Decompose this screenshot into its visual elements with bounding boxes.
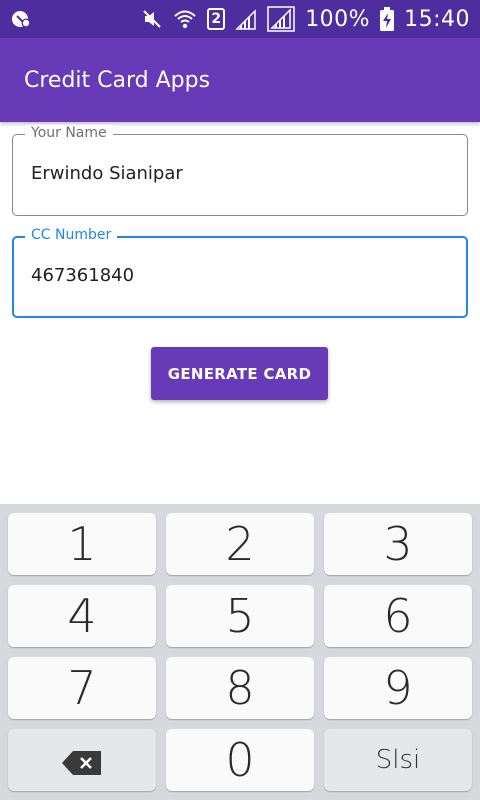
notification-icon — [10, 8, 32, 30]
key-0[interactable]: 0 — [166, 729, 314, 791]
generate-card-button[interactable]: GENERATE CARD — [151, 347, 328, 400]
numeric-keyboard: 1 2 3 4 5 6 7 8 9 0 Slsi — [0, 504, 480, 800]
done-key-label: Slsi — [375, 745, 421, 775]
key-8[interactable]: 8 — [166, 657, 314, 719]
backspace-key[interactable] — [8, 729, 156, 791]
app-bar: Credit Card Apps — [0, 38, 480, 122]
mute-icon — [141, 8, 163, 30]
battery-percent: 100% — [305, 6, 371, 32]
key-5[interactable]: 5 — [166, 585, 314, 647]
key-7[interactable]: 7 — [8, 657, 156, 719]
key-1[interactable]: 1 — [8, 513, 156, 575]
name-field[interactable]: Your Name — [12, 125, 468, 216]
done-key[interactable]: Slsi — [324, 729, 472, 791]
wifi-icon — [173, 8, 197, 30]
battery-charging-icon — [380, 7, 395, 31]
cc-number-field[interactable]: CC Number — [12, 227, 468, 318]
cc-number-input[interactable] — [31, 265, 451, 286]
backspace-icon — [61, 733, 103, 787]
key-9[interactable]: 9 — [324, 657, 472, 719]
name-field-label: Your Name — [25, 125, 113, 141]
key-3[interactable]: 3 — [324, 513, 472, 575]
status-bar: 2 100% 15:40 — [0, 0, 480, 38]
signal-icon — [235, 7, 257, 31]
status-right-icons: 2 100% 15:40 — [141, 6, 470, 32]
key-4[interactable]: 4 — [8, 585, 156, 647]
cc-number-field-label: CC Number — [25, 227, 118, 243]
status-left-icons — [10, 8, 32, 30]
signal-sim2-icon — [267, 6, 295, 32]
clock: 15:40 — [404, 6, 470, 32]
name-input[interactable] — [31, 163, 451, 184]
key-2[interactable]: 2 — [166, 513, 314, 575]
sim-slot-badge: 2 — [207, 8, 226, 30]
key-6[interactable]: 6 — [324, 585, 472, 647]
app-title: Credit Card Apps — [24, 67, 211, 93]
